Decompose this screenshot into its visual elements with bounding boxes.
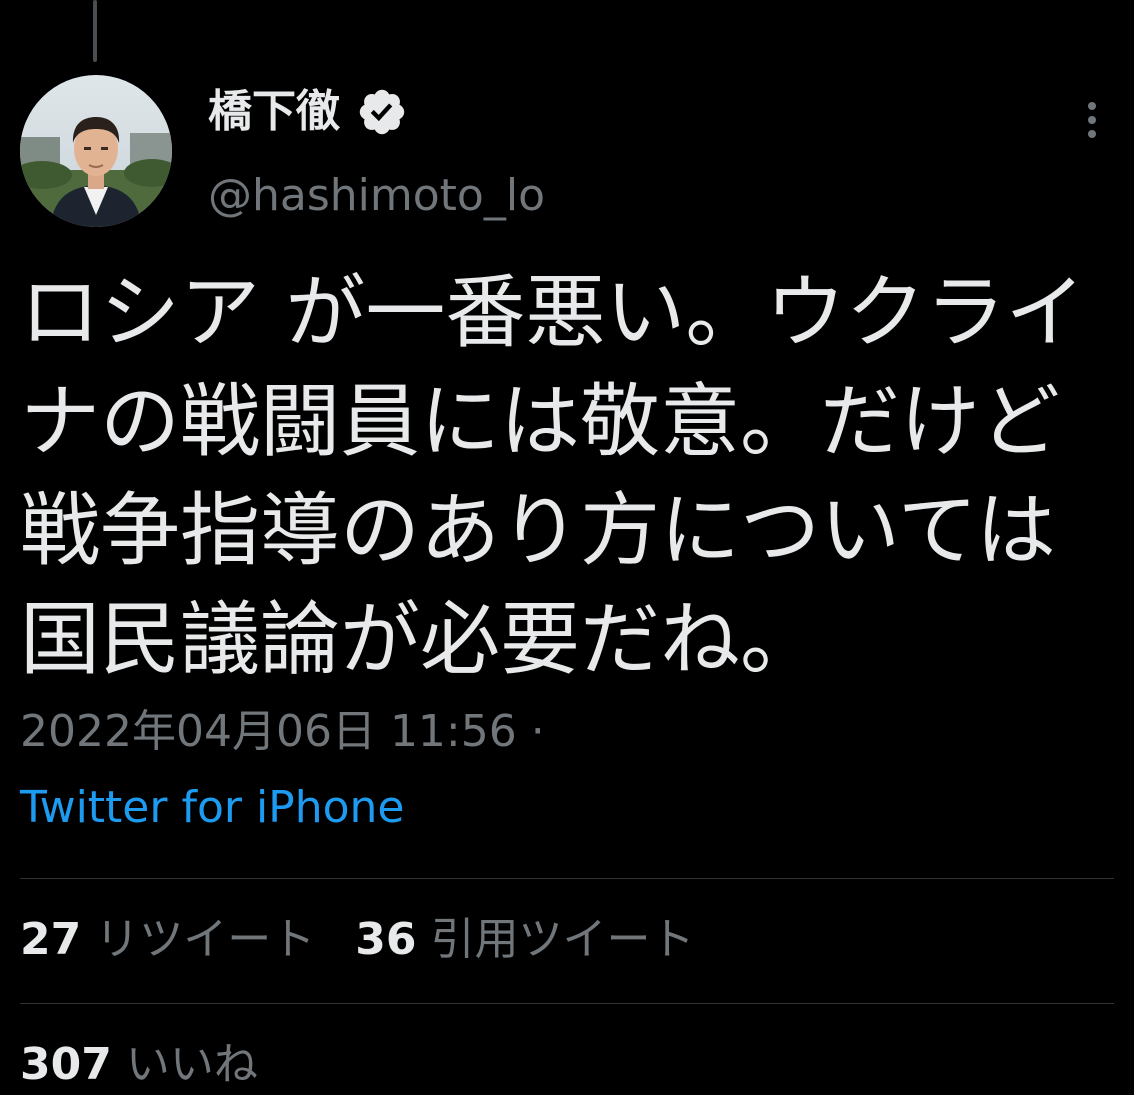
author-name-row[interactable]: 橋下徹 (208, 82, 408, 142)
more-options-button[interactable] (1070, 95, 1114, 145)
retweets-stat[interactable]: 27 リツイート (20, 910, 315, 970)
divider (20, 1003, 1114, 1004)
author-handle[interactable]: @hashimoto_lo (208, 166, 545, 226)
tweet-text: ロシア が一番悪い。ウクライナの戦闘員には敬意。だけど戦争指導のあり方については… (20, 266, 1086, 686)
author-display-name[interactable]: 橋下徹 (208, 82, 340, 142)
engagement-stats-row: 27 リツイート 36 引用ツイート (20, 910, 694, 970)
quotes-label: 引用ツイート (430, 914, 695, 965)
retweets-count: 27 (20, 914, 82, 965)
tweet-timestamp[interactable]: 2022年04月06日 11:56 · (20, 702, 545, 762)
verified-badge-icon (359, 89, 405, 135)
retweets-label: リツイート (95, 914, 316, 965)
quotes-stat[interactable]: 36 引用ツイート (355, 910, 694, 970)
likes-stat[interactable]: 307 いいね (20, 1035, 258, 1095)
likes-label: いいね (125, 1039, 258, 1090)
avatar-photo (20, 75, 172, 227)
thread-connector-line (93, 0, 97, 62)
likes-count: 307 (20, 1039, 112, 1090)
more-vertical-icon-dot (1088, 102, 1096, 110)
more-vertical-icon-dot (1088, 116, 1096, 124)
avatar[interactable] (20, 75, 172, 227)
divider (20, 878, 1114, 879)
quotes-count: 36 (355, 914, 417, 965)
more-vertical-icon-dot (1088, 130, 1096, 138)
tweet-source-link[interactable]: Twitter for iPhone (20, 778, 404, 838)
